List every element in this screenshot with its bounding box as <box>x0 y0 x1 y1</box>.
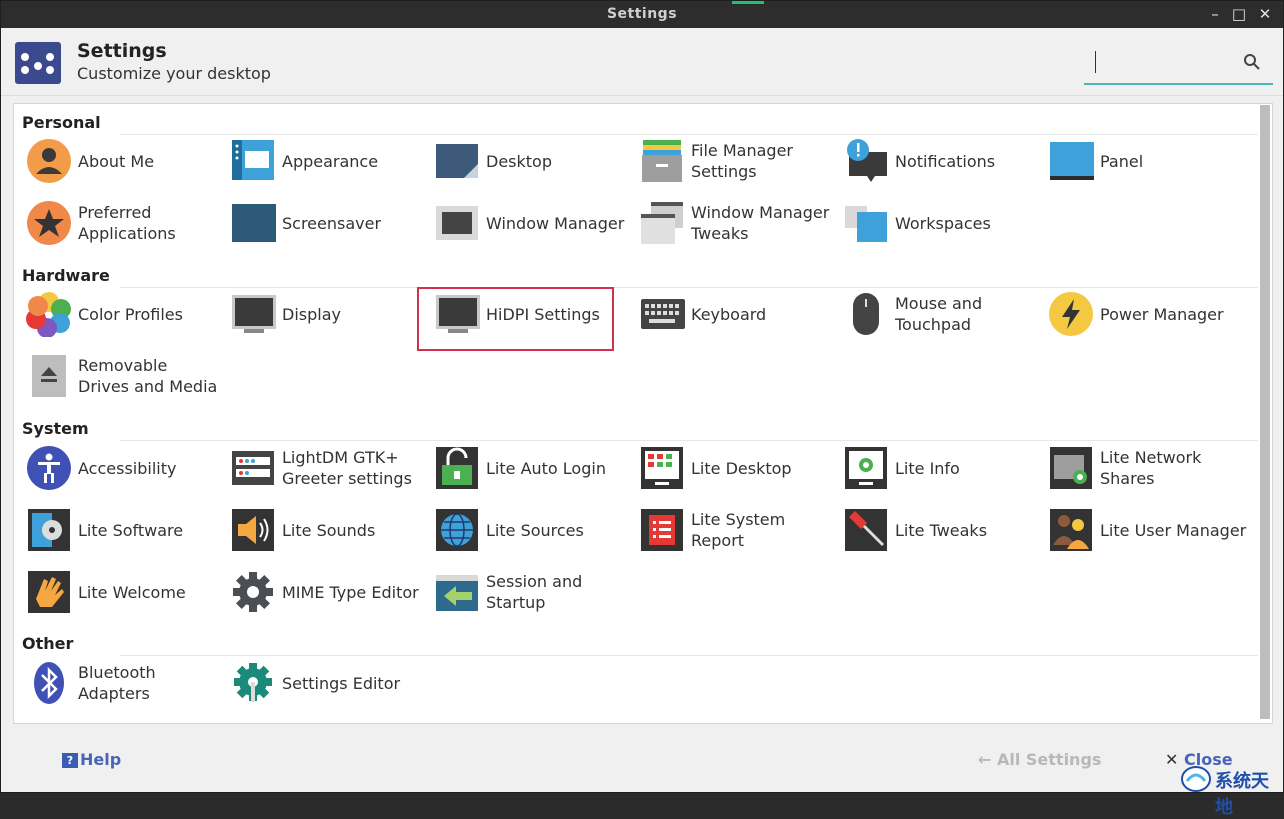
hidpi-highlight-box <box>417 287 614 351</box>
footer: ? Help ← All Settings ✕ Close <box>1 729 1283 793</box>
section-other: Other <box>22 634 74 653</box>
network-share-icon <box>1050 447 1092 489</box>
item-mouse-and-touchpad[interactable]: Mouse and Touchpad <box>843 285 1043 343</box>
help-icon: ? <box>62 753 78 768</box>
screensaver-icon <box>232 204 276 242</box>
eject-icon <box>32 355 66 397</box>
item-lightdm-greeter[interactable]: LightDM GTK+ Greeter settings <box>230 439 430 497</box>
search-input[interactable] <box>1084 43 1273 85</box>
item-power-manager[interactable]: Power Manager <box>1048 285 1248 343</box>
window-title: Settings <box>606 6 678 22</box>
accessibility-icon <box>27 446 71 490</box>
desktop-icon <box>436 144 478 178</box>
maximize-button[interactable]: □ <box>1229 4 1249 24</box>
item-lite-tweaks[interactable]: Lite Tweaks <box>843 501 1043 559</box>
watermark-icon <box>1181 766 1211 792</box>
close-icon: ✕ <box>1165 750 1179 769</box>
item-lite-user-manager[interactable]: Lite User Manager <box>1048 501 1248 559</box>
item-session-and-startup[interactable]: Session and Startup <box>434 563 634 621</box>
all-settings-button[interactable]: ← All Settings <box>978 750 1101 769</box>
color-wheel-icon <box>26 292 71 337</box>
header: Settings Customize your desktop <box>1 28 1283 96</box>
user-icon <box>27 139 71 183</box>
title-accent <box>732 1 764 4</box>
watermark-logo: 系统天地 <box>1181 763 1284 818</box>
users-icon <box>1050 509 1092 551</box>
item-lite-auto-login[interactable]: Lite Auto Login <box>434 439 634 497</box>
settings-window: Settings – □ ✕ Settings Customize your d… <box>0 0 1284 818</box>
workspaces-icon <box>845 206 887 242</box>
item-bluetooth-adapters[interactable]: Bluetooth Adapters <box>26 654 226 712</box>
monitor-icon <box>232 295 276 333</box>
item-desktop[interactable]: Desktop <box>434 132 634 190</box>
item-lite-info[interactable]: Lite Info <box>843 439 1043 497</box>
item-lite-sounds[interactable]: Lite Sounds <box>230 501 430 559</box>
item-file-manager-settings[interactable]: File Manager Settings <box>639 132 839 190</box>
section-personal: Personal <box>22 113 101 132</box>
session-icon <box>436 575 478 611</box>
settings-app-icon <box>15 42 61 84</box>
item-lite-network-shares[interactable]: Lite Network Shares <box>1048 439 1248 497</box>
settings-editor-icon <box>234 663 272 702</box>
settings-panel: Personal About Me Appearance Desktop Fil… <box>13 103 1273 724</box>
power-icon <box>1049 292 1093 336</box>
windows-icon <box>641 202 683 244</box>
item-display[interactable]: Display <box>230 285 430 343</box>
lightdm-icon <box>232 451 274 485</box>
item-keyboard[interactable]: Keyboard <box>639 285 839 343</box>
globe-icon <box>436 509 478 551</box>
item-color-profiles[interactable]: Color Profiles <box>26 285 226 343</box>
item-panel[interactable]: Panel <box>1048 132 1248 190</box>
item-accessibility[interactable]: Accessibility <box>26 439 226 497</box>
item-lite-software[interactable]: Lite Software <box>26 501 226 559</box>
software-icon <box>28 509 70 551</box>
info-gear-icon <box>845 447 887 489</box>
page-subtitle: Customize your desktop <box>77 64 271 83</box>
notification-icon <box>847 139 887 182</box>
item-screensaver[interactable]: Screensaver <box>230 194 430 252</box>
item-lite-system-report[interactable]: Lite System Report <box>639 501 839 559</box>
item-mime-type-editor[interactable]: MIME Type Editor <box>230 563 430 621</box>
search-icon[interactable] <box>1243 53 1261 71</box>
section-hardware: Hardware <box>22 266 110 285</box>
speaker-icon <box>232 509 274 551</box>
window-icon <box>436 206 478 240</box>
report-icon <box>641 509 683 551</box>
panel-icon <box>1050 142 1094 180</box>
item-about-me[interactable]: About Me <box>26 132 226 190</box>
minimize-button[interactable]: – <box>1205 4 1225 24</box>
star-icon <box>27 201 71 245</box>
section-system: System <box>22 419 89 438</box>
item-settings-editor[interactable]: Settings Editor <box>230 654 430 712</box>
item-window-manager[interactable]: Window Manager <box>434 194 634 252</box>
item-lite-desktop[interactable]: Lite Desktop <box>639 439 839 497</box>
item-appearance[interactable]: Appearance <box>230 132 430 190</box>
item-workspaces[interactable]: Workspaces <box>843 194 1043 252</box>
mouse-icon <box>853 293 879 335</box>
page-title: Settings <box>77 40 167 62</box>
screwdriver-icon <box>845 509 887 551</box>
gear-icon <box>233 572 273 612</box>
item-window-manager-tweaks[interactable]: Window Manager Tweaks <box>639 194 839 252</box>
close-window-button[interactable]: ✕ <box>1255 4 1275 24</box>
item-preferred-applications[interactable]: Preferred Applications <box>26 194 226 252</box>
keyboard-icon <box>641 299 685 329</box>
scrollbar[interactable] <box>1260 105 1270 719</box>
lite-desktop-icon <box>641 447 683 489</box>
appearance-icon <box>232 140 274 180</box>
bluetooth-icon <box>34 662 64 704</box>
file-manager-icon <box>642 140 682 182</box>
item-lite-sources[interactable]: Lite Sources <box>434 501 634 559</box>
item-removable-drives[interactable]: Removable Drives and Media <box>26 347 226 405</box>
item-notifications[interactable]: Notifications <box>843 132 1043 190</box>
help-button[interactable]: ? Help <box>62 750 121 769</box>
item-lite-welcome[interactable]: Lite Welcome <box>26 563 226 621</box>
lock-icon <box>436 447 478 489</box>
title-bar: Settings – □ ✕ <box>1 1 1283 28</box>
wave-hand-icon <box>28 571 70 613</box>
